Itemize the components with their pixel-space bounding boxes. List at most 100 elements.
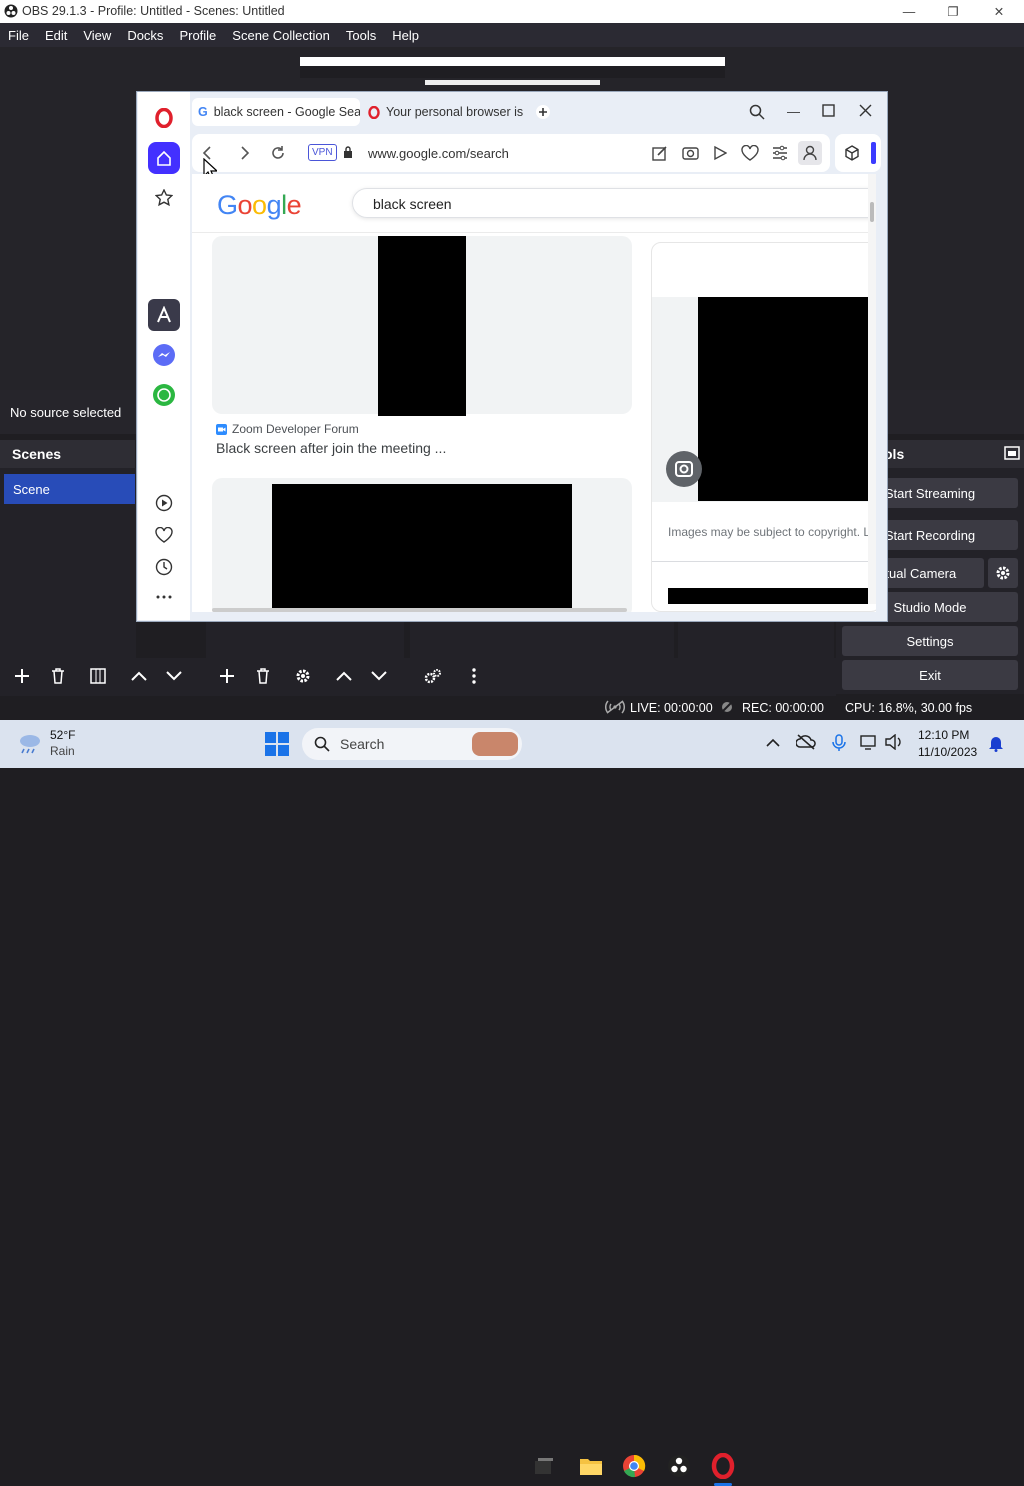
remove-scene-trash-icon[interactable] xyxy=(43,658,73,694)
move-scene-down-icon[interactable] xyxy=(159,658,189,694)
add-scene-plus-icon[interactable] xyxy=(7,658,37,694)
move-scene-up-icon[interactable] xyxy=(124,658,154,694)
task-view-icon[interactable] xyxy=(528,1450,560,1482)
menu-view[interactable]: View xyxy=(75,28,119,43)
volume-icon[interactable] xyxy=(885,734,903,750)
preview-image[interactable] xyxy=(698,297,876,501)
google-favicon-icon: G xyxy=(198,105,208,119)
exit-button[interactable]: Exit xyxy=(842,660,1018,690)
chrome-icon[interactable] xyxy=(618,1450,650,1482)
obs-taskbar-icon[interactable] xyxy=(663,1450,695,1482)
menu-tools[interactable]: Tools xyxy=(338,28,384,43)
extensions-cube-icon[interactable] xyxy=(844,145,860,161)
rain-cloud-icon[interactable] xyxy=(16,732,42,754)
weather-temp[interactable]: 52°F xyxy=(50,728,75,742)
send-arrow-icon[interactable] xyxy=(713,145,727,161)
bookmarks-star-icon[interactable] xyxy=(148,182,180,214)
search-highlight-image xyxy=(472,732,518,756)
menu-file[interactable]: File xyxy=(0,28,37,43)
rec-icon xyxy=(720,700,734,714)
menu-profile[interactable]: Profile xyxy=(171,28,224,43)
microphone-icon[interactable] xyxy=(832,734,846,752)
file-explorer-icon[interactable] xyxy=(575,1450,607,1482)
result-thumbnail[interactable] xyxy=(272,484,572,612)
google-lens-icon[interactable] xyxy=(666,451,702,487)
edit-icon[interactable] xyxy=(652,145,668,161)
opera-logo-icon[interactable] xyxy=(148,102,180,134)
tab-opera-welcome[interactable]: Your personal browser is xyxy=(364,98,524,126)
audio-mixer-dock xyxy=(410,622,674,658)
image-result-card[interactable] xyxy=(212,236,632,416)
menu-edit[interactable]: Edit xyxy=(37,28,75,43)
horizontal-scroll-thumb[interactable] xyxy=(212,608,627,612)
vertical-scroll-thumb[interactable] xyxy=(870,202,874,222)
move-source-up-icon[interactable] xyxy=(329,658,359,694)
menu-scene-collection[interactable]: Scene Collection xyxy=(224,28,338,43)
tab-label: Your personal browser is xyxy=(386,105,524,119)
messenger-icon[interactable] xyxy=(148,339,180,371)
no-source-label: No source selected xyxy=(10,405,122,420)
lock-icon[interactable] xyxy=(343,146,353,159)
minimize-button[interactable]: — xyxy=(886,0,932,23)
my-flow-heart-icon[interactable] xyxy=(148,519,180,551)
history-clock-icon[interactable] xyxy=(148,551,180,583)
image-preview-panel: Images may be subject to copyright. L xyxy=(651,242,876,612)
image-result-card[interactable] xyxy=(212,478,632,612)
remove-source-trash-icon[interactable] xyxy=(248,658,278,694)
player-icon[interactable] xyxy=(148,487,180,519)
audio-menu-dots-icon[interactable] xyxy=(459,658,489,694)
snapshot-camera-icon[interactable] xyxy=(682,145,699,160)
new-tab-plus-icon[interactable] xyxy=(536,105,550,119)
home-icon[interactable] xyxy=(148,142,180,174)
taskbar-search-box[interactable]: Search xyxy=(302,728,522,760)
onedrive-offline-icon[interactable] xyxy=(796,734,816,750)
menu-help[interactable]: Help xyxy=(384,28,427,43)
weather-desc[interactable]: Rain xyxy=(50,744,75,758)
url-field[interactable]: www.google.com/search xyxy=(368,146,509,161)
opera-taskbar-icon[interactable] xyxy=(707,1450,739,1482)
result-title[interactable]: Black screen after join the meeting ... xyxy=(216,440,446,456)
sources-dock xyxy=(206,622,404,658)
result-thumbnail[interactable] xyxy=(378,236,466,416)
related-image-thumbnail[interactable] xyxy=(668,588,868,604)
heart-icon[interactable] xyxy=(741,145,759,161)
browser-maximize-button[interactable] xyxy=(822,104,835,117)
vpn-badge[interactable]: VPN xyxy=(308,144,337,161)
browser-close-button[interactable] xyxy=(859,104,872,117)
reload-icon[interactable] xyxy=(270,145,286,161)
windows-start-icon[interactable] xyxy=(265,732,289,756)
source-properties-gear-icon[interactable] xyxy=(288,658,318,694)
search-label: Search xyxy=(340,736,385,752)
live-timer: LIVE: 00:00:00 xyxy=(630,701,713,715)
google-search-box[interactable]: black screen xyxy=(352,188,876,218)
add-source-plus-icon[interactable] xyxy=(212,658,242,694)
aria-ai-icon[interactable] xyxy=(148,299,180,331)
scene-filters-icon[interactable] xyxy=(83,658,113,694)
undock-icon[interactable] xyxy=(1004,446,1020,460)
browser-minimize-button[interactable]: — xyxy=(787,104,800,119)
easy-setup-sliders-icon[interactable] xyxy=(772,145,788,161)
menu-docks[interactable]: Docks xyxy=(119,28,171,43)
sidebar-toggle-indicator[interactable] xyxy=(871,142,876,164)
scene-list-item[interactable]: Scene xyxy=(4,474,135,504)
close-button[interactable]: ✕ xyxy=(976,0,1022,23)
tab-google-search[interactable]: G black screen - Google Sea xyxy=(192,98,360,126)
settings-button[interactable]: Settings xyxy=(842,626,1018,656)
notification-bell-icon[interactable] xyxy=(988,734,1004,752)
search-query[interactable]: black screen xyxy=(373,196,452,212)
tab-search-icon[interactable] xyxy=(749,104,765,120)
maximize-button[interactable]: ❐ xyxy=(930,0,976,23)
clock-time[interactable]: 12:10 PM xyxy=(918,728,969,742)
whatsapp-icon[interactable] xyxy=(148,379,180,411)
show-hidden-icons-chevron-icon[interactable] xyxy=(766,738,780,748)
result-source[interactable]: Zoom Developer Forum xyxy=(232,422,359,436)
account-profile-icon[interactable] xyxy=(798,141,822,165)
forward-arrow-icon[interactable] xyxy=(240,145,250,161)
audio-advanced-gears-icon[interactable] xyxy=(418,658,448,694)
virtual-camera-settings-gear-icon[interactable] xyxy=(988,558,1018,588)
network-icon[interactable] xyxy=(860,734,878,750)
sidebar-more-dots-icon[interactable] xyxy=(148,581,180,613)
vertical-scrollbar[interactable] xyxy=(868,174,876,604)
move-source-down-icon[interactable] xyxy=(364,658,394,694)
clock-date[interactable]: 11/10/2023 xyxy=(918,745,977,759)
